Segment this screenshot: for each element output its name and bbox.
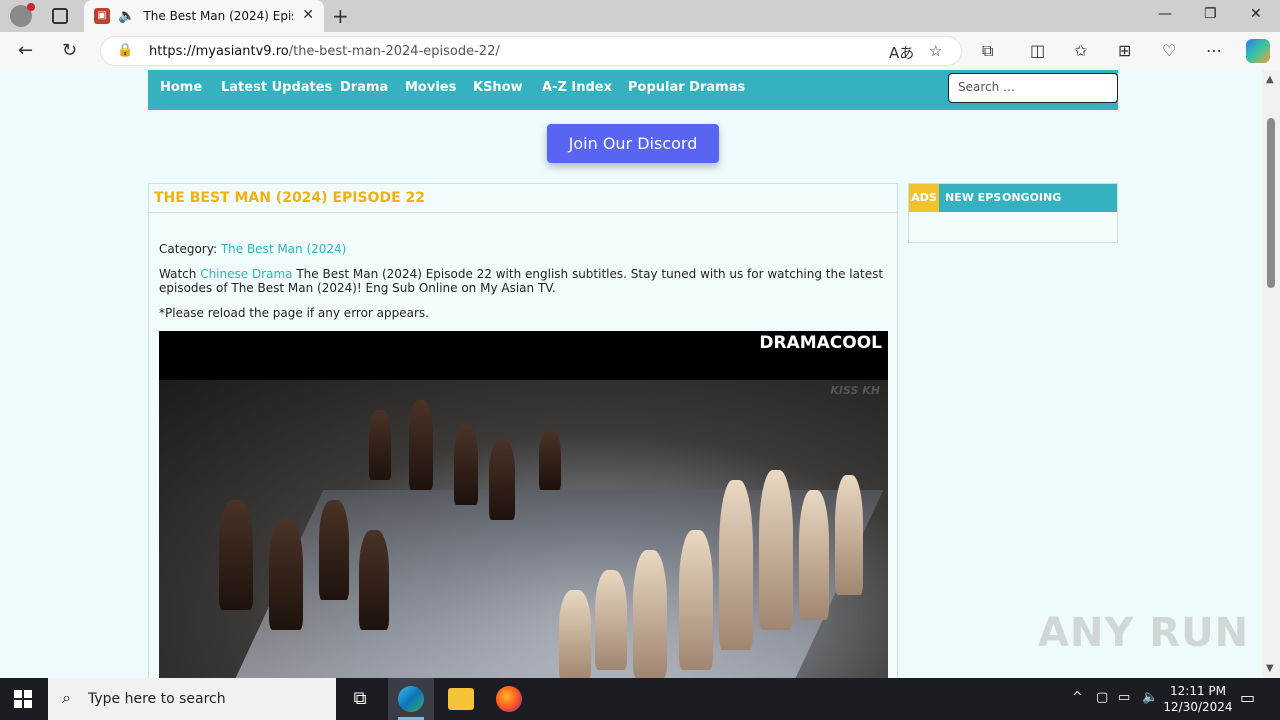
web-page: Home Latest Updates Drama Movies KShow A…: [0, 70, 1262, 678]
clock-time: 12:11 PM: [1170, 684, 1226, 698]
light-chess-piece: [595, 570, 627, 670]
notifications-icon[interactable]: ▭: [1240, 688, 1255, 707]
system-clock[interactable]: 12:11 PM 12/30/2024: [1160, 683, 1236, 715]
url-bar[interactable]: 🔒 https://myasiantv9.ro/the-best-man-202…: [100, 36, 962, 66]
episode-title: THE BEST MAN (2024) EPISODE 22: [154, 190, 425, 206]
scroll-thumb[interactable]: [1267, 118, 1275, 288]
desc-prefix: Watch: [159, 267, 197, 281]
dark-chess-piece: [359, 530, 389, 630]
back-icon[interactable]: ←: [18, 40, 33, 61]
read-aloud-icon[interactable]: Aあ: [889, 42, 914, 63]
dramacool-logo: DRAMACOOL: [759, 333, 882, 353]
close-tab-icon[interactable]: ✕: [302, 7, 314, 23]
network-icon[interactable]: ▭: [1118, 690, 1130, 705]
tab-new-eps[interactable]: NEW EPS: [945, 184, 1001, 212]
collections-icon[interactable]: ⊞: [1118, 41, 1131, 60]
show-hidden-icons-chevron-icon[interactable]: ^: [1072, 690, 1083, 705]
site-navigation: Home Latest Updates Drama Movies KShow A…: [148, 70, 1118, 110]
browser-essentials-icon[interactable]: ♡: [1162, 41, 1176, 60]
light-chess-piece: [633, 550, 667, 678]
more-menu-icon[interactable]: ⋯: [1206, 41, 1222, 60]
favorites-icon[interactable]: ✩: [1074, 41, 1087, 60]
site-search-input[interactable]: Search …: [948, 73, 1118, 103]
nav-movies[interactable]: Movies: [405, 80, 456, 95]
light-chess-piece: [835, 475, 863, 595]
tab-title: The Best Man (2024) Episode 22: [143, 9, 293, 23]
nav-popular-dramas[interactable]: Popular Dramas: [628, 80, 745, 95]
edge-browser-icon[interactable]: [398, 686, 424, 712]
anyrun-watermark: ANY RUN: [1038, 610, 1250, 656]
tab-actions-icon[interactable]: [52, 8, 68, 24]
minimize-icon[interactable]: —: [1158, 6, 1172, 22]
scroll-up-icon[interactable]: ▲: [1266, 74, 1274, 85]
browser-tab[interactable]: ▣ 🔈 The Best Man (2024) Episode 22 ✕: [84, 0, 324, 32]
audio-playing-icon[interactable]: 🔈: [118, 8, 135, 24]
site-favicon-icon: ▣: [94, 8, 110, 24]
light-chess-piece: [679, 530, 713, 670]
browser-tab-bar: ▣ 🔈 The Best Man (2024) Episode 22 ✕ + —…: [0, 0, 1280, 32]
split-screen-icon[interactable]: ◫: [1030, 41, 1045, 60]
video-frame[interactable]: KISS KH: [159, 380, 888, 678]
volume-icon[interactable]: 🔈: [1142, 690, 1158, 705]
nav-latest-updates[interactable]: Latest Updates: [221, 80, 332, 95]
light-chess-piece: [719, 480, 753, 650]
chinese-drama-link[interactable]: Chinese Drama: [200, 267, 292, 281]
light-chess-piece: [799, 490, 829, 620]
url-text[interactable]: https://myasiantv9.ro/the-best-man-2024-…: [149, 44, 500, 59]
player-header: DRAMACOOL: [159, 331, 888, 380]
extensions-icon[interactable]: ⧉: [982, 41, 993, 61]
profile-icon[interactable]: [10, 3, 35, 27]
favorite-star-icon[interactable]: ☆: [929, 42, 942, 60]
restore-icon[interactable]: ❐: [1204, 6, 1217, 22]
scroll-down-icon[interactable]: ▼: [1266, 663, 1274, 674]
copilot-icon[interactable]: [1246, 39, 1270, 63]
search-icon: ⌕: [62, 688, 71, 707]
category-link[interactable]: The Best Man (2024): [221, 242, 347, 256]
clock-date: 12/30/2024: [1163, 700, 1233, 714]
windows-start-icon[interactable]: [14, 690, 32, 708]
dark-chess-piece: [269, 520, 303, 630]
refresh-icon[interactable]: ↻: [62, 40, 77, 61]
dark-chess-piece: [369, 410, 391, 480]
page-scrollbar[interactable]: ▲ ▼: [1262, 70, 1280, 678]
dark-chess-piece: [539, 430, 561, 490]
nav-drama[interactable]: Drama: [340, 80, 388, 95]
episode-description: Watch Chinese Drama The Best Man (2024) …: [159, 267, 889, 295]
nav-a-z-index[interactable]: A-Z Index: [542, 80, 612, 95]
video-player[interactable]: DRAMACOOL KISS KH: [159, 331, 888, 678]
join-discord-button[interactable]: Join Our Discord: [547, 124, 719, 163]
reload-note: *Please reload the page if any error app…: [159, 306, 429, 320]
windows-taskbar: ⌕ Type here to search ⧉ ^ ▢ ▭ 🔈 12:11 PM…: [0, 678, 1280, 720]
address-toolbar: ← ↻ 🔒 https://myasiantv9.ro/the-best-man…: [0, 32, 1280, 70]
device-icon[interactable]: ▢: [1096, 690, 1108, 705]
new-tab-icon[interactable]: +: [332, 4, 349, 28]
dark-chess-piece: [319, 500, 349, 600]
category-line: Category: The Best Man (2024): [159, 242, 346, 256]
dark-chess-piece: [409, 400, 433, 490]
dark-chess-piece: [489, 440, 515, 520]
nav-kshow[interactable]: KShow: [473, 80, 523, 95]
tab-ongoing[interactable]: ONGOING: [1002, 184, 1061, 212]
file-explorer-icon[interactable]: [448, 688, 474, 710]
title-divider: [149, 212, 897, 213]
dark-chess-piece: [454, 425, 478, 505]
light-chess-piece: [759, 470, 793, 630]
firefox-icon[interactable]: [496, 686, 522, 712]
tab-ads[interactable]: ADS: [909, 184, 939, 212]
taskbar-search-placeholder: Type here to search: [88, 691, 226, 707]
sidebar-widget: ADS NEW EPS ONGOING: [908, 183, 1118, 243]
category-label: Category:: [159, 242, 217, 256]
task-view-icon[interactable]: ⧉: [347, 686, 373, 712]
kisskh-watermark: KISS KH: [830, 384, 880, 397]
taskbar-search-box[interactable]: ⌕ Type here to search: [48, 678, 336, 720]
lock-icon[interactable]: 🔒: [117, 43, 133, 58]
sidebar-tabs: ADS NEW EPS ONGOING: [909, 184, 1117, 212]
light-chess-piece: [559, 590, 591, 678]
window-close-icon[interactable]: ✕: [1250, 6, 1262, 22]
nav-home[interactable]: Home: [160, 80, 202, 95]
dark-chess-piece: [219, 500, 253, 610]
